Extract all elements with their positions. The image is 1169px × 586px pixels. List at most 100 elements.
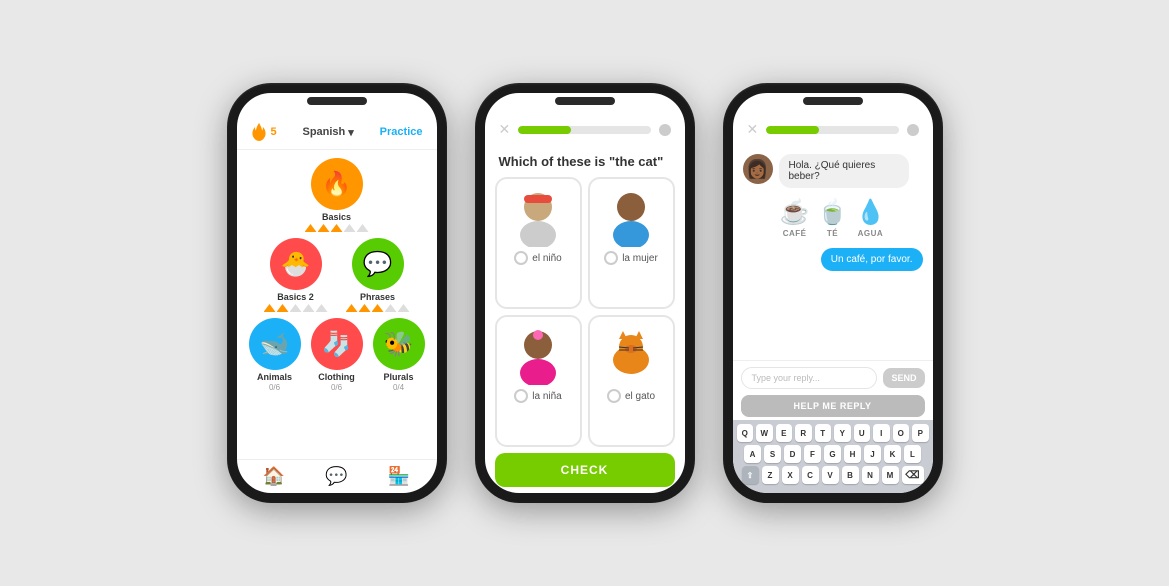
key-Y[interactable]: Y: [834, 424, 851, 442]
phone-3: ✕ 👩🏾 Hola. ¿Qué quieres beber? ☕ CAFÉ: [723, 83, 943, 503]
keyboard-row-1: Q W E R T Y U I O P: [737, 424, 929, 442]
language-selector[interactable]: Spanish ▾: [302, 126, 353, 139]
phone-2: ✕ Which of these is "the cat": [475, 83, 695, 503]
key-W[interactable]: W: [756, 424, 773, 442]
plurals-icon: 🐝: [373, 318, 425, 370]
key-C[interactable]: C: [802, 466, 819, 484]
send-button[interactable]: SEND: [883, 368, 924, 388]
p3-progress-fill: [766, 126, 819, 134]
p3-progress-area: ✕: [733, 93, 933, 146]
phone-1-screen: 5 Spanish ▾ Practice 🔥 Basics: [237, 93, 437, 493]
radio-nina[interactable]: [514, 389, 528, 403]
key-D[interactable]: D: [784, 445, 801, 463]
progress-bar: [518, 126, 650, 134]
check-button[interactable]: CHECK: [495, 453, 675, 487]
mujer-avatar: [601, 187, 661, 247]
shop-icon[interactable]: 🏪: [388, 466, 410, 487]
reply-input[interactable]: Type your reply...: [741, 367, 878, 389]
phones-container: 5 Spanish ▾ Practice 🔥 Basics: [207, 63, 963, 523]
close-button[interactable]: ✕: [499, 121, 511, 138]
lesson-basics2[interactable]: 🐣 Basics 2: [264, 238, 328, 312]
key-G[interactable]: G: [824, 445, 841, 463]
key-M[interactable]: M: [882, 466, 899, 484]
phone-1: 5 Spanish ▾ Practice 🔥 Basics: [227, 83, 447, 503]
lesson-animals[interactable]: 🐋 Animals 0/6: [249, 318, 301, 392]
key-delete[interactable]: ⌫: [902, 466, 924, 484]
home-icon[interactable]: 🏠: [263, 466, 285, 487]
key-E[interactable]: E: [776, 424, 793, 442]
key-X[interactable]: X: [782, 466, 799, 484]
lesson-phrases[interactable]: 💬 Phrases: [346, 238, 410, 312]
key-B[interactable]: B: [842, 466, 859, 484]
lesson-basics[interactable]: 🔥 Basics: [305, 158, 369, 232]
key-L[interactable]: L: [904, 445, 921, 463]
quiz-question: Which of these is "the cat": [485, 146, 685, 177]
key-U[interactable]: U: [854, 424, 871, 442]
radio-nino[interactable]: [514, 251, 528, 265]
p3-progress-bar: [766, 126, 898, 134]
progress-dot: [659, 124, 671, 136]
key-N[interactable]: N: [862, 466, 879, 484]
keyboard-row-2: A S D F G H J K L: [737, 445, 929, 463]
key-S[interactable]: S: [764, 445, 781, 463]
help-me-reply-button[interactable]: HELP ME REPLY: [741, 395, 925, 417]
lesson-row-2: 🐣 Basics 2 💬 Phrases: [264, 238, 410, 312]
streak-display: 5: [251, 123, 277, 141]
chat-input-area: Type your reply... SEND: [733, 360, 933, 395]
quiz-options: el niño la mujer: [485, 177, 685, 447]
chat-interface: 👩🏾 Hola. ¿Qué quieres beber? ☕ CAFÉ 🍵 TÉ: [733, 146, 933, 493]
key-P[interactable]: P: [912, 424, 929, 442]
option-nino[interactable]: el niño: [495, 177, 582, 309]
key-T[interactable]: T: [815, 424, 832, 442]
key-I[interactable]: I: [873, 424, 890, 442]
keyboard: Q W E R T Y U I O P A S D: [733, 420, 933, 493]
chat-icon[interactable]: 💬: [325, 466, 347, 487]
key-Z[interactable]: Z: [762, 466, 779, 484]
key-H[interactable]: H: [844, 445, 861, 463]
user-bubble: Un café, por favor.: [821, 248, 923, 271]
bot-bubble-1: Hola. ¿Qué quieres beber?: [779, 154, 909, 188]
key-Q[interactable]: Q: [737, 424, 754, 442]
key-A[interactable]: A: [744, 445, 761, 463]
basics2-stars: [264, 304, 328, 312]
key-O[interactable]: O: [893, 424, 910, 442]
basics-stars: [305, 224, 369, 232]
drink-agua[interactable]: 💧 AGUA: [855, 198, 885, 238]
option-mujer[interactable]: la mujer: [588, 177, 675, 309]
gato-avatar: [601, 325, 661, 385]
animals-icon: 🐋: [249, 318, 301, 370]
nina-avatar: [508, 325, 568, 385]
lesson-clothing[interactable]: 🧦 Clothing 0/6: [311, 318, 363, 392]
basics-icon: 🔥: [311, 158, 363, 210]
practice-button[interactable]: Practice: [380, 126, 423, 138]
progress-fill: [518, 126, 571, 134]
chat-messages: 👩🏾 Hola. ¿Qué quieres beber? ☕ CAFÉ 🍵 TÉ: [733, 146, 933, 360]
key-R[interactable]: R: [795, 424, 812, 442]
key-F[interactable]: F: [804, 445, 821, 463]
bot-avatar: 👩🏾: [743, 154, 773, 184]
p3-progress-dot: [907, 124, 919, 136]
p2-progress-area: ✕: [485, 93, 685, 146]
option-gato[interactable]: el gato: [588, 315, 675, 447]
key-K[interactable]: K: [884, 445, 901, 463]
drink-cafe[interactable]: ☕ CAFÉ: [780, 198, 810, 238]
key-V[interactable]: V: [822, 466, 839, 484]
option-nina[interactable]: la niña: [495, 315, 582, 447]
p1-header: 5 Spanish ▾ Practice: [237, 93, 437, 150]
basics2-icon: 🐣: [270, 238, 322, 290]
phrases-stars: [346, 304, 410, 312]
phrases-icon: 💬: [352, 238, 404, 290]
radio-gato[interactable]: [607, 389, 621, 403]
lesson-plurals[interactable]: 🐝 Plurals 0/4: [373, 318, 425, 392]
drink-te[interactable]: 🍵 TÉ: [818, 198, 848, 238]
nino-avatar: [508, 187, 568, 247]
drink-items: ☕ CAFÉ 🍵 TÉ 💧 AGUA: [743, 196, 923, 240]
keyboard-row-3: ⇧ Z X C V B N M ⌫: [737, 466, 929, 484]
bot-message-1: 👩🏾 Hola. ¿Qué quieres beber?: [743, 154, 923, 188]
radio-mujer[interactable]: [604, 251, 618, 265]
key-shift[interactable]: ⇧: [742, 466, 759, 484]
key-J[interactable]: J: [864, 445, 881, 463]
p3-close-button[interactable]: ✕: [747, 121, 759, 138]
bottom-nav: 🏠 💬 🏪: [237, 459, 437, 493]
phone-2-screen: ✕ Which of these is "the cat": [485, 93, 685, 493]
